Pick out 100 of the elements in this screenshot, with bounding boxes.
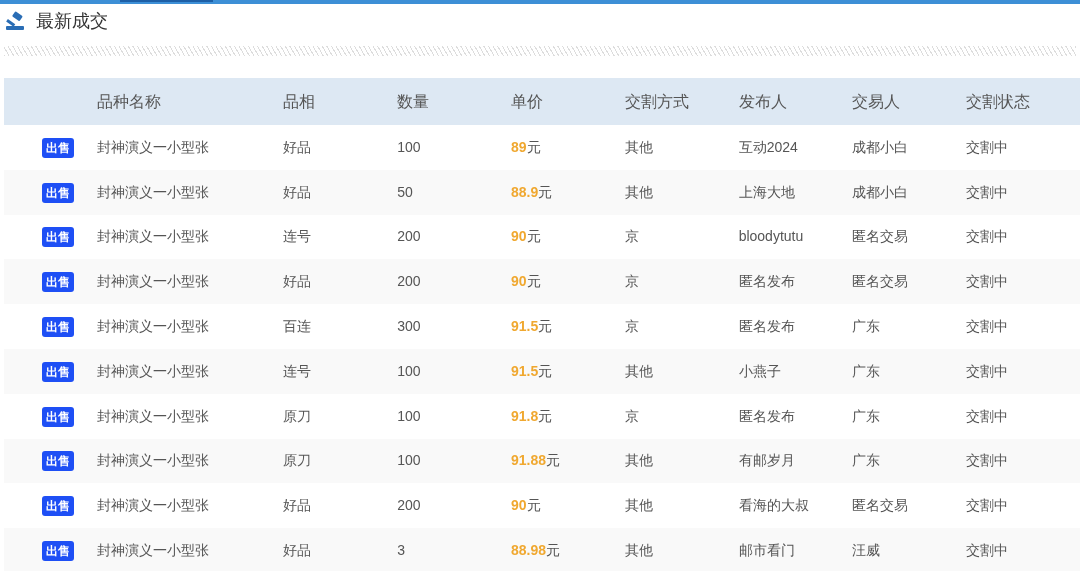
trader: 成都小白 (852, 138, 909, 155)
delivery-method: 其他 (624, 452, 653, 469)
publisher: 匿名发布 (738, 318, 795, 335)
sell-tag: 出售 (42, 361, 74, 382)
price: 90元 (511, 228, 541, 245)
delivery-method: 其他 (624, 138, 653, 155)
column-header: 单价 (510, 92, 543, 110)
trader: 汪威 (852, 542, 881, 559)
sell-tag: 出售 (42, 451, 74, 472)
price: 91.5元 (511, 318, 553, 335)
trader: 广东 (852, 318, 881, 335)
quantity: 100 (397, 362, 421, 379)
delivery-method: 京 (624, 407, 639, 424)
grade: 原刀 (283, 407, 312, 424)
sell-tag: 出售 (42, 272, 74, 293)
quantity: 3 (397, 542, 406, 559)
grade: 连号 (283, 362, 312, 379)
trader: 匿名交易 (852, 228, 909, 245)
quantity: 100 (397, 138, 421, 155)
trader: 成都小白 (852, 183, 909, 200)
column-header: 交易人 (852, 92, 901, 110)
trader: 广东 (852, 362, 881, 379)
status: 交割中 (966, 138, 1009, 155)
quantity: 300 (397, 318, 421, 335)
column-header: 数量 (397, 92, 429, 110)
publisher: 互动2024 (738, 138, 798, 155)
publisher: 小燕子 (738, 362, 781, 379)
price: 88.9元 (511, 183, 553, 200)
price: 91.88元 (511, 452, 561, 469)
publisher: 邮市看门 (738, 542, 795, 559)
quantity: 200 (397, 228, 421, 245)
publisher: 匿名发布 (738, 273, 795, 290)
price: 91.8元 (511, 407, 553, 424)
sell-tag: 出售 (42, 137, 74, 158)
status: 交割中 (966, 273, 1009, 290)
delivery-method: 其他 (624, 542, 653, 559)
delivery-method: 京 (624, 228, 639, 245)
status: 交割中 (966, 452, 1009, 469)
item-name: 封神演义一小型张 (97, 407, 210, 424)
grade: 好品 (283, 497, 312, 514)
grade: 好品 (283, 138, 312, 155)
sell-tag: 出售 (42, 317, 74, 338)
column-header: 品种名称 (97, 92, 162, 110)
grade: 百连 (283, 318, 312, 335)
status: 交割中 (966, 407, 1009, 424)
column-header: 交割方式 (624, 92, 689, 110)
publisher: 有邮岁月 (738, 452, 795, 469)
quantity: 50 (397, 183, 413, 200)
gavel-icon (4, 11, 26, 31)
quantity: 200 (397, 497, 421, 514)
trader: 匿名交易 (852, 497, 909, 514)
sell-tag: 出售 (42, 496, 74, 517)
quantity: 100 (397, 407, 421, 424)
status: 交割中 (966, 228, 1009, 245)
price: 90元 (511, 497, 541, 514)
item-name: 封神演义一小型张 (97, 273, 210, 290)
item-name: 封神演义一小型张 (97, 228, 210, 245)
status: 交割中 (966, 318, 1009, 335)
item-name: 封神演义一小型张 (97, 362, 210, 379)
quantity: 100 (397, 452, 421, 469)
status: 交割中 (966, 183, 1009, 200)
grade: 好品 (283, 273, 312, 290)
status: 交割中 (966, 497, 1009, 514)
grade: 原刀 (283, 452, 312, 469)
delivery-method: 其他 (624, 183, 653, 200)
column-header: 交割状态 (966, 92, 1031, 110)
grade: 连号 (283, 228, 312, 245)
trader: 匿名交易 (852, 273, 909, 290)
status: 交割中 (966, 362, 1009, 379)
trader: 广东 (852, 407, 881, 424)
publisher: 上海大地 (738, 183, 795, 200)
publisher: 匿名发布 (738, 407, 795, 424)
section-title: 最新成交 (36, 9, 108, 33)
grade: 好品 (283, 542, 312, 559)
item-name: 封神演义一小型张 (97, 183, 210, 200)
price: 89元 (511, 138, 541, 155)
delivery-method: 京 (624, 318, 639, 335)
item-name: 封神演义一小型张 (97, 138, 210, 155)
item-name: 封神演义一小型张 (97, 497, 210, 514)
item-name: 封神演义一小型张 (97, 452, 210, 469)
quantity: 200 (397, 273, 421, 290)
sell-tag: 出售 (42, 541, 74, 562)
price: 90元 (511, 273, 541, 290)
column-header: 品相 (283, 92, 316, 110)
delivery-method: 其他 (624, 497, 653, 514)
column-header: 发布人 (738, 92, 787, 110)
status: 交割中 (966, 542, 1009, 559)
publisher: bloodytutu (738, 228, 804, 245)
publisher: 看海的大叔 (738, 497, 809, 514)
price: 91.5元 (511, 362, 553, 379)
item-name: 封神演义一小型张 (97, 542, 210, 559)
item-name: 封神演义一小型张 (97, 318, 210, 335)
sell-tag: 出售 (42, 182, 74, 203)
price: 88.98元 (511, 542, 561, 559)
grade: 好品 (283, 183, 312, 200)
sell-tag: 出售 (42, 227, 74, 248)
trader: 广东 (852, 452, 881, 469)
delivery-method: 其他 (624, 362, 653, 379)
sell-tag: 出售 (42, 406, 74, 427)
delivery-method: 京 (624, 273, 639, 290)
